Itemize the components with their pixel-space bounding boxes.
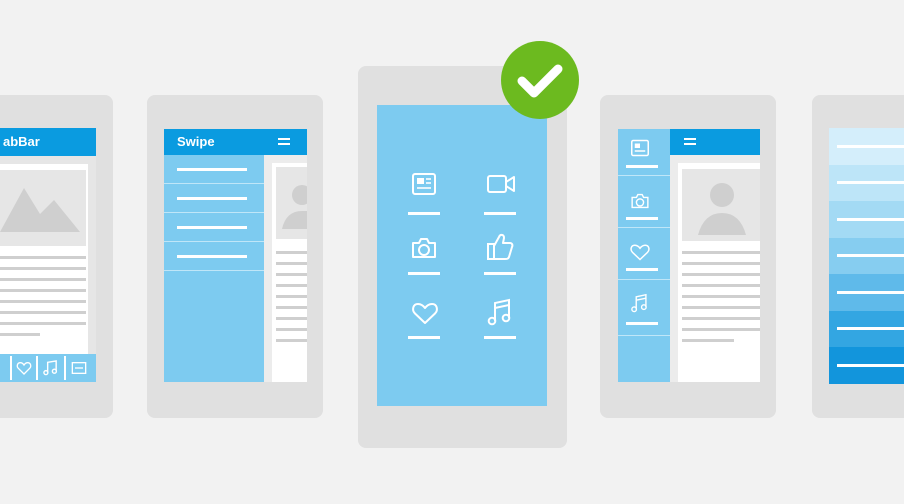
text-lines [276,251,307,350]
heart-icon[interactable] [16,360,32,376]
list-row[interactable] [829,347,904,384]
camera-icon[interactable] [630,192,650,210]
swipe-menu-header: Swipe [164,129,264,155]
sidebar-layout-screen [618,129,760,382]
text-lines [682,251,760,342]
card-icon[interactable] [71,361,87,375]
heart-icon[interactable] [629,243,651,261]
selected-checkmark-icon [501,41,579,119]
swipe-title: Swipe [177,134,215,149]
news-icon[interactable] [411,172,437,196]
tab-bar [0,354,96,382]
dashboard-layout-screen [377,105,547,406]
swipe-menu-item[interactable] [164,242,264,271]
image-placeholder-icon [0,170,86,246]
swipe-menu-item[interactable] [164,184,264,213]
list-row[interactable] [829,274,904,311]
swipe-menu-item[interactable] [164,155,264,184]
camera-icon[interactable] [410,236,438,260]
swipe-content-frame [264,155,307,382]
heart-icon[interactable] [411,301,439,325]
list-row[interactable] [829,238,904,274]
layout-chooser: abBar Swipe [0,0,904,504]
tabbar-title: abBar [3,134,40,149]
thumbs-up-icon[interactable] [486,232,514,262]
hamburger-menu-icon[interactable] [278,138,290,146]
avatar-placeholder-icon [276,167,307,239]
tabbar-header: abBar [0,128,96,156]
sidebar-content-frame [670,155,760,382]
video-icon[interactable] [486,174,516,194]
list-row[interactable] [829,128,904,165]
text-lines [0,256,86,336]
music-note-icon[interactable] [486,297,512,327]
hamburger-menu-icon[interactable] [684,138,696,146]
list-layout-screen [829,128,904,384]
list-row[interactable] [829,311,904,347]
list-row[interactable] [829,165,904,201]
swipe-layout-screen: Swipe [164,129,307,382]
news-icon[interactable] [630,139,650,157]
tabbar-content-frame [0,156,96,382]
sidebar-content-header [670,129,760,155]
music-note-icon[interactable] [42,359,59,377]
tabbar-layout-screen: abBar [0,128,96,382]
sidebar-icon-column [618,129,670,382]
swipe-menu-item[interactable] [164,213,264,242]
list-row[interactable] [829,201,904,238]
swipe-content-header [264,129,307,155]
swipe-menu-panel: Swipe [164,129,264,382]
music-note-icon[interactable] [630,292,648,314]
avatar-placeholder-icon [682,169,760,241]
